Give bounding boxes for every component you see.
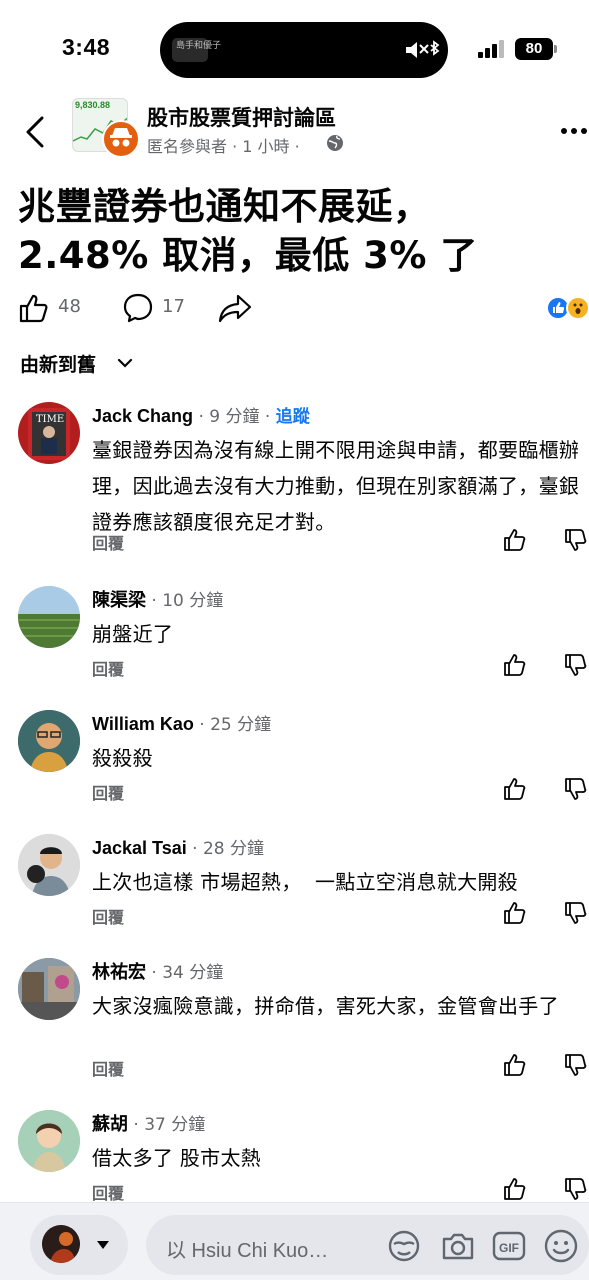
group-thumb-number: 9,830.88	[75, 100, 111, 110]
upvote-icon[interactable]	[503, 653, 527, 677]
like-icon[interactable]	[18, 292, 50, 324]
comment-text: 大家沒瘋險意識，拼命借，害死大家，金管會出手了	[92, 994, 559, 1018]
avatar[interactable]	[18, 834, 80, 896]
group-name[interactable]: 股市股票質押討論區	[147, 102, 336, 132]
anonymous-avatar-icon	[102, 120, 140, 158]
status-bar: 3:48 島手和優子 80	[0, 0, 589, 96]
avatar-sticker-icon[interactable]	[386, 1228, 422, 1264]
mute-bluetooth-icon	[406, 40, 440, 58]
comment-time: · 37 分鐘	[128, 1115, 206, 1135]
downvote-icon[interactable]	[564, 528, 588, 552]
comment-time: · 25 分鐘	[193, 715, 272, 735]
illustrated-portrait-avatar-graphic	[18, 710, 80, 772]
more-options-icon[interactable]	[560, 124, 589, 138]
svg-text:GIF: GIF	[499, 1241, 519, 1255]
comment-header: Jack Chang · 9 分鐘 · 追蹤	[92, 402, 310, 427]
cellular-signal-icon	[478, 40, 504, 58]
downvote-icon[interactable]	[564, 901, 588, 925]
comment-text: 崩盤近了	[92, 622, 174, 646]
comment-time: · 9 分鐘 ·	[193, 407, 276, 427]
post-title-line1: 兆豐證券也通知不展延，	[18, 185, 431, 228]
like-count: 48	[58, 296, 81, 317]
downvote-icon[interactable]	[564, 1177, 588, 1201]
dynamic-island[interactable]: 島手和優子	[160, 22, 448, 78]
comment-header: 林祐宏 · 34 分鐘	[92, 958, 223, 984]
comment-header: 陳渠梁 · 10 分鐘	[92, 586, 223, 612]
comment-sort-selector[interactable]: 由新到舊	[20, 350, 96, 377]
reply-button[interactable]: 回覆	[92, 530, 124, 554]
comment-composer-bar: 以 Hsiu Chi Kuo… GIF	[0, 1202, 589, 1280]
reply-button[interactable]: 回覆	[92, 1180, 124, 1204]
comment-text: 殺殺殺	[92, 746, 153, 770]
avatar[interactable]	[18, 586, 80, 648]
comment-header: 蘇胡 · 37 分鐘	[92, 1110, 205, 1136]
follow-button[interactable]: 追蹤	[276, 407, 310, 427]
street-scene-avatar-graphic	[18, 958, 80, 1020]
chevron-down-icon[interactable]	[116, 354, 134, 372]
selfie-avatar-graphic	[18, 834, 80, 896]
comment-header: Jackal Tsai · 28 分鐘	[92, 834, 264, 859]
back-arrow-icon[interactable]	[20, 112, 54, 152]
reply-button[interactable]: 回覆	[92, 1056, 124, 1080]
avatar[interactable]	[18, 710, 80, 772]
my-avatar[interactable]	[42, 1225, 80, 1263]
comment-author[interactable]: Jack Chang	[92, 406, 193, 426]
downvote-icon[interactable]	[564, 777, 588, 801]
post-title-line2: 2.48% 取消，最低 3% 了	[18, 234, 478, 277]
comment-text: 借太多了 股市太熱	[92, 1146, 262, 1170]
reaction-wow-emoji-icon[interactable]	[566, 296, 589, 320]
caret-down-icon[interactable]	[96, 1240, 110, 1250]
upvote-icon[interactable]	[503, 901, 527, 925]
comment-author[interactable]: 蘇胡	[92, 1114, 128, 1134]
gif-icon[interactable]: GIF	[491, 1228, 527, 1264]
comment-text: 上次也這樣 市場超熱， 一點立空消息就大開殺	[92, 870, 518, 894]
comment-count: 17	[162, 296, 185, 317]
upvote-icon[interactable]	[503, 1177, 527, 1201]
battery-nub	[554, 45, 557, 53]
anime-girl-avatar-graphic	[18, 1110, 80, 1172]
comment-author[interactable]: 林祐宏	[92, 962, 146, 982]
time-cover-avatar-graphic: TIME	[28, 408, 70, 460]
comment-icon[interactable]	[122, 292, 154, 324]
emoji-icon[interactable]	[543, 1228, 579, 1264]
avatar[interactable]: TIME	[18, 402, 80, 464]
my-avatar-graphic	[42, 1225, 80, 1263]
comment-input-placeholder: 以 Hsiu Chi Kuo…	[166, 1240, 329, 1262]
svg-text:TIME: TIME	[36, 414, 64, 425]
downvote-icon[interactable]	[564, 1053, 588, 1077]
comment-author[interactable]: Jackal Tsai	[92, 838, 187, 858]
upvote-icon[interactable]	[503, 777, 527, 801]
post-meta: 匿名參與者 · 1 小時 ·	[147, 137, 300, 156]
comment-time: · 34 分鐘	[146, 963, 224, 983]
avatar[interactable]	[18, 1110, 80, 1172]
battery-indicator: 80	[515, 38, 553, 60]
post-action-bar: 48 17	[0, 290, 589, 326]
reply-button[interactable]: 回覆	[92, 780, 124, 804]
avatar[interactable]	[18, 958, 80, 1020]
globe-icon	[327, 135, 343, 151]
now-playing-title: 島手和優子	[176, 41, 222, 51]
camera-icon[interactable]	[440, 1228, 476, 1264]
post-title: 兆豐證券也通知不展延， 2.48% 取消，最低 3% 了	[18, 182, 578, 280]
field-landscape-avatar-graphic	[18, 586, 80, 648]
comment-time: · 28 分鐘	[186, 839, 264, 859]
comment-author[interactable]: William Kao	[92, 714, 194, 734]
downvote-icon[interactable]	[564, 653, 588, 677]
reply-button[interactable]: 回覆	[92, 904, 124, 928]
comment-time: · 10 分鐘	[146, 591, 224, 611]
status-time: 3:48	[62, 34, 111, 60]
upvote-icon[interactable]	[503, 528, 527, 552]
comment-text: 臺銀證券因為沒有線上開不限用途與申請，都要臨櫃辦理，因此過去沒有大力推動，但現在…	[92, 438, 580, 534]
comment-author[interactable]: 陳渠梁	[92, 590, 146, 610]
share-icon[interactable]	[218, 292, 252, 324]
comment-header: William Kao · 25 分鐘	[92, 710, 271, 735]
upvote-icon[interactable]	[503, 1053, 527, 1077]
reply-button[interactable]: 回覆	[92, 656, 124, 680]
